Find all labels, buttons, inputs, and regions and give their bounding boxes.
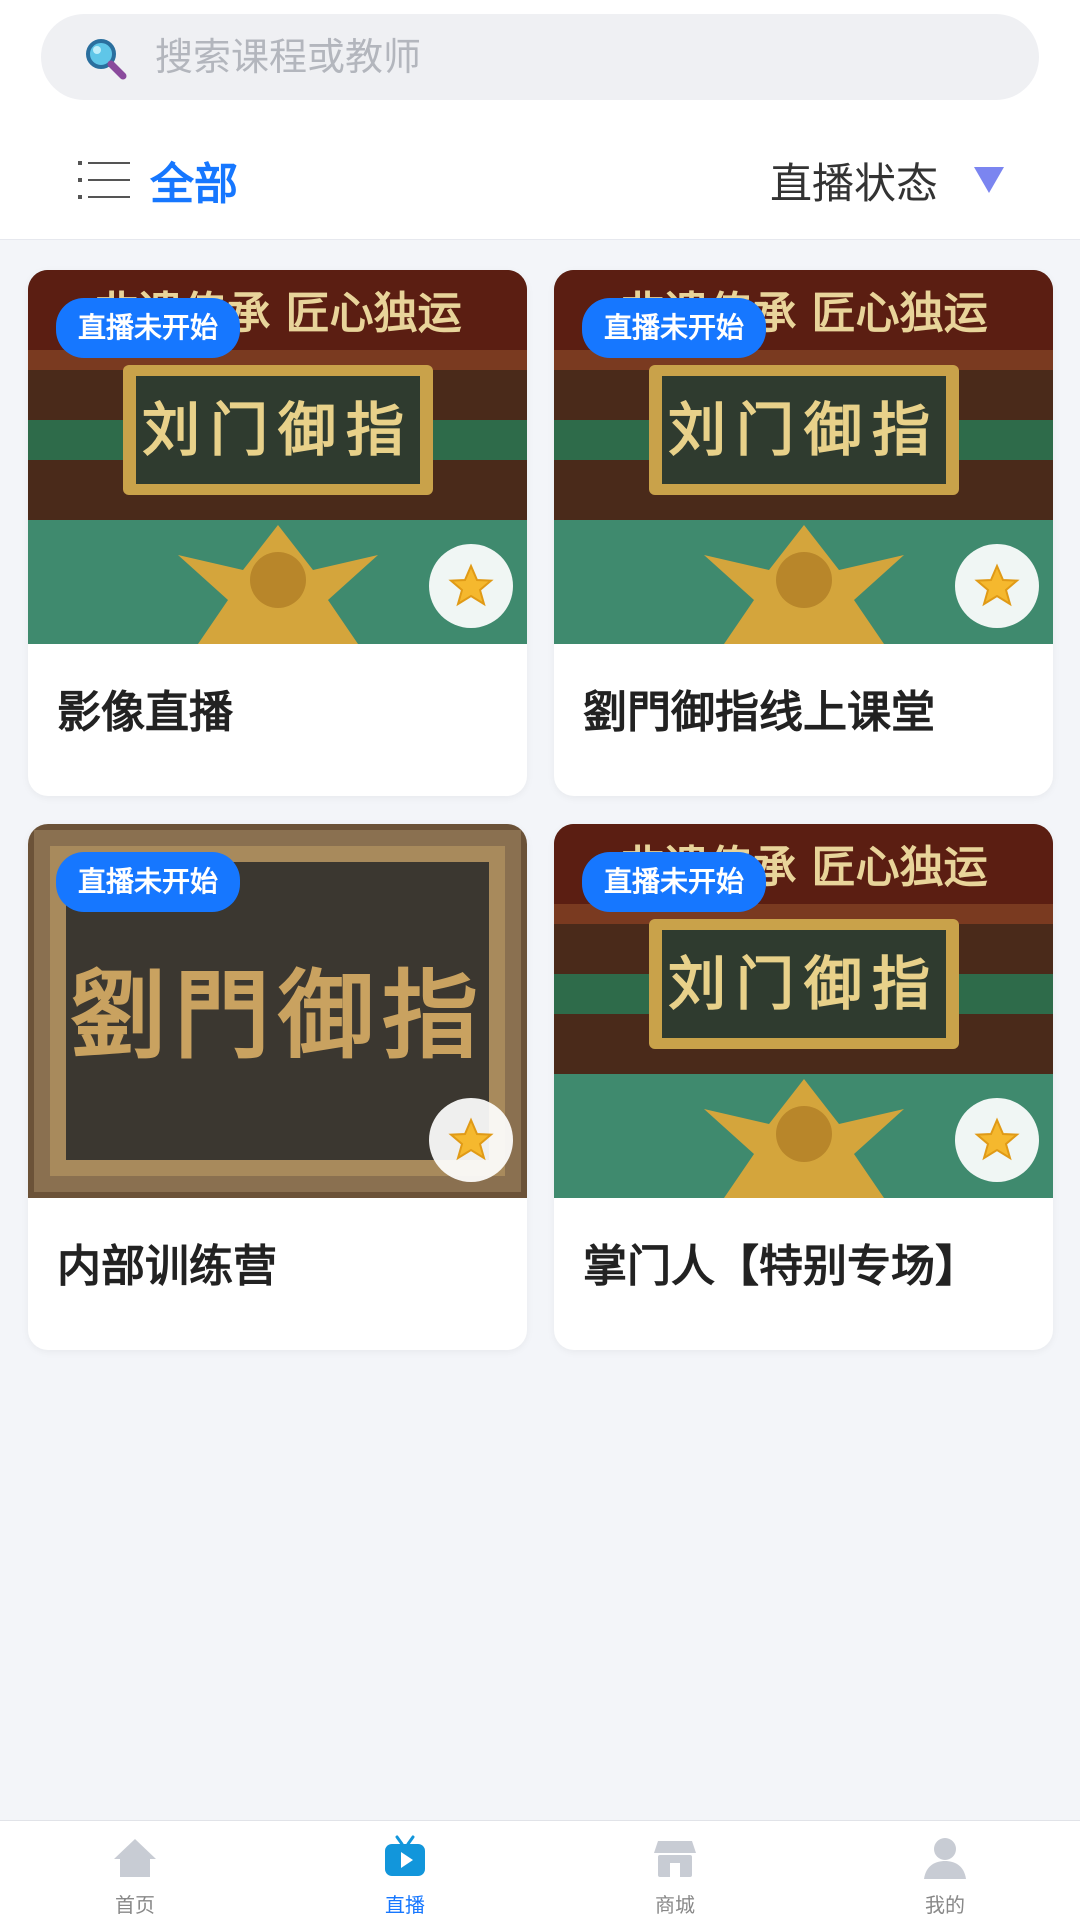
user-icon [924, 1838, 966, 1879]
plaque-text: 刘门御指 [668, 950, 940, 1018]
tab-home[interactable]: 首页 [0, 1821, 270, 1920]
store-icon [654, 1841, 696, 1877]
plaque-text: 刘门御指 [668, 396, 940, 464]
favorite-button[interactable] [955, 1098, 1039, 1182]
course-card[interactable]: 劉門御指 直播未开始 内部训练营 [28, 824, 527, 1350]
dropdown-triangle-icon [974, 167, 1004, 193]
live-status-badge: 直播未开始 [582, 298, 767, 358]
search-icon [86, 39, 127, 80]
tab-profile-label: 我的 [925, 1893, 965, 1917]
tab-store-label: 商城 [655, 1893, 695, 1917]
live-tv-icon [385, 1835, 425, 1876]
course-title: 内部训练营 [57, 1241, 277, 1292]
live-status-label: 直播状态 [769, 158, 938, 208]
live-status-dropdown[interactable]: 直播状态 [770, 150, 1006, 210]
tab-store[interactable]: 商城 [540, 1821, 810, 1920]
home-icon [114, 1839, 156, 1877]
live-status-badge: 直播未开始 [56, 852, 241, 912]
tab-profile[interactable]: 我的 [810, 1821, 1080, 1920]
course-title: 影像直播 [57, 687, 233, 738]
star-icon [974, 1117, 1020, 1161]
filter-all-label: 全部 [150, 159, 238, 210]
search-input[interactable] [155, 14, 995, 100]
course-title: 劉門御指线上课堂 [583, 687, 935, 738]
bottom-tab-bar: 首页 直播 商城 我的 [0, 1820, 1080, 1920]
search-bar[interactable] [41, 14, 1039, 100]
plaque-text: 刘门御指 [142, 396, 414, 464]
tab-live[interactable]: 直播 [270, 1821, 540, 1920]
favorite-button[interactable] [955, 544, 1039, 628]
list-menu-icon [78, 161, 130, 199]
tab-live-label: 直播 [385, 1893, 425, 1917]
live-status-badge: 直播未开始 [582, 852, 767, 912]
plaque-text: 劉門御指 [70, 959, 486, 1072]
course-card[interactable]: 非遗传承 匠心独运 刘门御指 直播未开始 掌门人【特别专场】 [554, 824, 1053, 1350]
star-icon [974, 563, 1020, 607]
top-bar: 全部 直播状态 [0, 0, 1080, 240]
course-card[interactable]: 非遗传承 匠心独运 刘门御指 直播未开始 劉門御指线上课堂 [554, 270, 1053, 796]
filter-all-button[interactable]: 全部 [78, 150, 238, 210]
course-title: 掌门人【特别专场】 [583, 1241, 979, 1292]
star-icon [448, 1117, 494, 1161]
live-status-badge: 直播未开始 [56, 298, 241, 358]
favorite-button[interactable] [429, 544, 513, 628]
star-icon [448, 563, 494, 607]
course-card[interactable]: 非遗传承 匠心独运 刘门御指 直播未开始 影像直播 [28, 270, 527, 796]
favorite-button[interactable] [429, 1098, 513, 1182]
tab-home-label: 首页 [115, 1893, 155, 1917]
